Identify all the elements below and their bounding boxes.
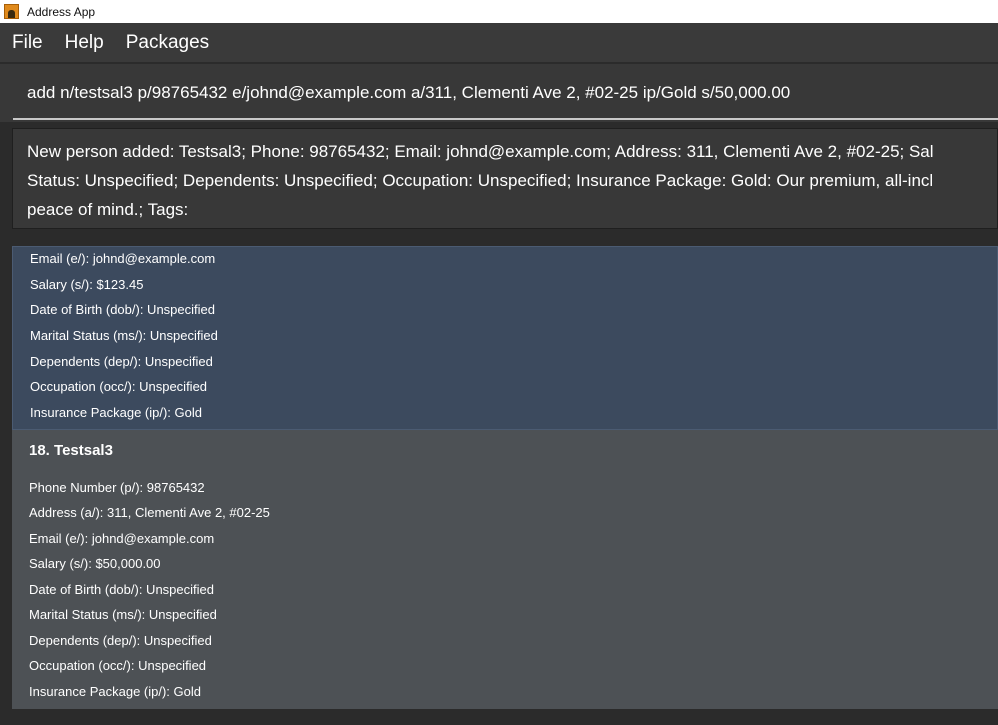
menu-packages[interactable]: Packages: [124, 32, 211, 54]
card-insurance-package: Insurance Package (ip/): Gold: [30, 405, 202, 420]
card-insurance-package: Insurance Package (ip/): Gold: [29, 684, 201, 699]
card-dependents: Dependents (dep/): Unspecified: [29, 633, 212, 648]
result-line: peace of mind.; Tags:: [27, 200, 189, 219]
card-marital-status: Marital Status (ms/): Unspecified: [30, 328, 218, 343]
result-line: New person added: Testsal3; Phone: 98765…: [27, 142, 934, 161]
address-book-icon: [4, 4, 19, 19]
command-input[interactable]: [13, 68, 998, 120]
card-occupation: Occupation (occ/): Unspecified: [30, 379, 208, 394]
card-dob: Date of Birth (dob/): Unspecified: [29, 582, 214, 597]
person-list[interactable]: Email (e/): johnd@example.com Salary (s/…: [0, 232, 998, 725]
title-bar: Address App: [0, 0, 998, 23]
card-marital-status: Marital Status (ms/): Unspecified: [29, 607, 217, 622]
card-dob: Date of Birth (dob/): Unspecified: [30, 302, 215, 317]
card-email: Email (e/): johnd@example.com: [30, 251, 216, 266]
person-card-selected[interactable]: Email (e/): johnd@example.com Salary (s/…: [12, 246, 998, 430]
card-name: 18. Testsal3: [29, 442, 113, 459]
card-salary: Salary (s/): $50,000.00: [29, 556, 161, 571]
person-card[interactable]: 18. Testsal3 Phone Number (p/): 98765432…: [12, 430, 998, 709]
menu-help[interactable]: Help: [63, 32, 106, 54]
window-title: Address App: [27, 4, 96, 19]
result-display-area: New person added: Testsal3; Phone: 98765…: [0, 122, 998, 232]
result-display[interactable]: New person added: Testsal3; Phone: 98765…: [12, 128, 998, 229]
result-line: Status: Unspecified; Dependents: Unspeci…: [27, 171, 934, 190]
card-occupation: Occupation (occ/): Unspecified: [29, 658, 207, 673]
command-box: [0, 64, 998, 122]
card-address: Address (a/): 311, Clementi Ave 2, #02-2…: [29, 505, 270, 520]
menu-bar: File Help Packages: [0, 23, 998, 63]
card-phone: Phone Number (p/): 98765432: [29, 480, 205, 495]
card-email: Email (e/): johnd@example.com: [29, 531, 215, 546]
card-dependents: Dependents (dep/): Unspecified: [30, 354, 213, 369]
list-left-edge: [0, 232, 12, 725]
menu-file[interactable]: File: [10, 32, 45, 54]
card-salary: Salary (s/): $123.45: [30, 277, 144, 292]
